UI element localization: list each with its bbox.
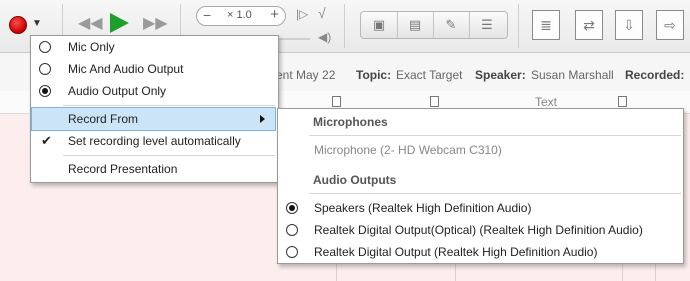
radio-icon — [286, 224, 298, 236]
step-forward-icon[interactable]: |▷ — [296, 7, 308, 21]
view-mode-group: ▣ ▤ ✎ ☰ — [360, 11, 508, 39]
menu-item-mic-and-audio-output[interactable]: Mic And Audio Output — [32, 58, 277, 80]
submenu-arrow-icon — [260, 115, 265, 123]
radio-selected-icon — [39, 85, 51, 97]
notes-view-icon[interactable]: ✎ — [433, 12, 470, 38]
toolbar-divider — [344, 4, 345, 48]
playback-speed-control[interactable]: − × 1.0 + — [196, 6, 286, 26]
export-document-icon[interactable]: ⇨ — [656, 10, 684, 40]
checkmark-icon: ✔ — [41, 133, 52, 148]
recorded-label: Recorded: — [625, 68, 685, 82]
rewind-icon[interactable]: ◀◀ — [78, 16, 103, 32]
microphones-header: Microphones — [313, 115, 388, 129]
microphone-device-item[interactable]: Microphone (2- HD Webcam C310) — [279, 139, 682, 161]
event-date: vent May 22 — [270, 68, 336, 82]
slides-view-icon[interactable]: ▣ — [361, 12, 398, 38]
download-document-icon[interactable]: ⇩ — [615, 10, 643, 40]
document-list-icon[interactable]: ≣ — [532, 10, 560, 40]
output-item-speakers[interactable]: Speakers (Realtek High Definition Audio) — [279, 197, 682, 219]
fast-forward-icon[interactable]: ▶▶ — [143, 16, 168, 32]
column-marker-icon[interactable] — [332, 96, 341, 107]
menu-item-record-from[interactable]: Record From — [31, 107, 276, 131]
toolbar-divider — [518, 4, 519, 48]
sync-document-icon[interactable]: ⇄ — [575, 10, 603, 40]
text-column-header: Text — [535, 95, 558, 109]
speed-increase-button[interactable]: + — [270, 6, 279, 23]
radio-icon — [39, 63, 51, 75]
radio-icon — [39, 41, 51, 53]
radio-selected-icon — [286, 202, 298, 214]
record-dropdown-caret-icon[interactable]: ▼ — [32, 18, 42, 29]
topic-label: Topic: — [356, 68, 392, 82]
play-button[interactable] — [110, 13, 129, 33]
record-from-submenu: Microphones Microphone (2- HD Webcam C31… — [277, 108, 684, 264]
menu-separator — [309, 193, 681, 194]
radio-icon — [286, 246, 298, 258]
speed-value: × 1.0 — [227, 9, 252, 21]
speaker-value: Susan Marshall — [531, 68, 614, 82]
speaker-label: Speaker: — [475, 68, 526, 82]
topic-value: Exact Target — [396, 68, 463, 82]
audio-outputs-header: Audio Outputs — [313, 173, 397, 187]
menu-separator — [63, 155, 275, 156]
column-marker-icon[interactable] — [618, 96, 627, 107]
outline-view-icon[interactable]: ☰ — [469, 12, 505, 38]
book-view-icon[interactable]: ▤ — [397, 12, 434, 38]
waveform-icon[interactable]: √ — [318, 5, 326, 21]
menu-separator — [63, 105, 275, 106]
column-marker-icon[interactable] — [430, 96, 439, 107]
menu-separator — [309, 135, 681, 136]
menu-item-mic-only[interactable]: Mic Only — [32, 36, 277, 58]
speed-decrease-button[interactable]: − — [203, 7, 211, 23]
menu-item-audio-output-only[interactable]: Audio Output Only — [32, 80, 277, 102]
record-options-menu: Mic Only Mic And Audio Output Audio Outp… — [30, 35, 279, 183]
record-button[interactable] — [9, 16, 27, 34]
output-item-digital[interactable]: Realtek Digital Output (Realtek High Def… — [279, 241, 682, 263]
menu-item-record-presentation[interactable]: Record Presentation — [32, 158, 277, 180]
volume-icon[interactable]: ◀) — [318, 30, 331, 44]
output-item-digital-optical[interactable]: Realtek Digital Output(Optical) (Realtek… — [279, 219, 682, 241]
menu-item-auto-level[interactable]: ✔ Set recording level automatically — [32, 130, 277, 152]
